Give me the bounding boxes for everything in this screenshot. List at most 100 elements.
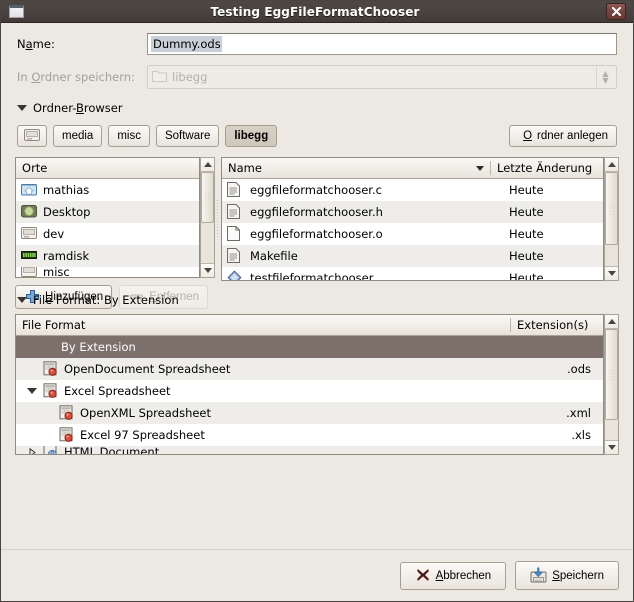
- format-pane: File Format Extension(s) By Extension Op…: [15, 314, 604, 455]
- file-modified: Heute: [509, 205, 544, 219]
- file-list-column: Name Letzte Änderung eggfileformatchoose…: [221, 157, 619, 281]
- text-file-icon: [227, 182, 243, 198]
- list-item-label: Desktop: [43, 205, 91, 219]
- file-list-header: Name Letzte Änderung: [222, 158, 603, 179]
- table-row[interactable]: testfileformatchooser Heute: [222, 267, 603, 281]
- close-icon[interactable]: [606, 3, 626, 20]
- spreadsheet-icon: [59, 427, 75, 443]
- folder-browser-label: Ordner-Browser: [33, 101, 123, 115]
- table-row[interactable]: eggfileformatchooser.h Heute: [222, 201, 603, 223]
- cancel-button[interactable]: Abbrechen: [399, 561, 507, 590]
- path-button-media[interactable]: media: [53, 125, 103, 147]
- list-item-label: ramdisk: [43, 249, 90, 263]
- places-scrollbar[interactable]: [200, 157, 215, 278]
- save-folder-label: In Ordner speichern:: [17, 70, 135, 84]
- format-label: OpenXML Spreadsheet: [80, 406, 212, 420]
- drive-icon: [24, 128, 40, 144]
- path-button-libegg[interactable]: libegg: [225, 125, 278, 147]
- path-button-misc[interactable]: misc: [108, 125, 150, 147]
- scroll-down-icon[interactable]: [605, 266, 618, 280]
- places-scroll-track[interactable]: [201, 172, 214, 263]
- spreadsheet-icon: [59, 405, 75, 421]
- table-row[interactable]: OpenXML Spreadsheet .xml: [16, 402, 603, 424]
- column-header-modified[interactable]: Letzte Änderung: [491, 158, 603, 178]
- table-row[interactable]: HTML Document: [16, 446, 603, 455]
- filename-input[interactable]: Dummy.ods: [147, 33, 617, 55]
- sort-descending-icon: [476, 165, 484, 171]
- cancel-x-icon: [415, 568, 431, 584]
- format-header: File Format Extension(s): [16, 315, 603, 336]
- list-item[interactable]: mathias: [16, 179, 199, 201]
- file-list-pane: Name Letzte Änderung eggfileformatchoose…: [221, 157, 604, 281]
- column-header-extensions[interactable]: Extension(s): [511, 315, 603, 335]
- path-bar: media misc Software libegg Ordner anlege…: [1, 115, 633, 147]
- file-name: testfileformatchooser: [250, 271, 374, 281]
- folder-browser-expander[interactable]: Ordner-Browser: [1, 89, 633, 115]
- table-row[interactable]: Makefile Heute: [222, 245, 603, 267]
- browser-area: Orte mathias Desktop dev ramdisk misc Hi…: [1, 147, 633, 309]
- scroll-up-icon[interactable]: [605, 315, 618, 329]
- file-chooser-dialog: Testing EggFileFormatChooser Name: Dummy…: [0, 0, 634, 602]
- places-column: Orte mathias Desktop dev ramdisk misc Hi…: [15, 157, 215, 309]
- list-item[interactable]: Desktop: [16, 201, 199, 223]
- path-button-software[interactable]: Software: [155, 125, 220, 147]
- places-header[interactable]: Orte: [16, 158, 199, 179]
- save-accel: S: [552, 569, 560, 582]
- drive-icon: [21, 267, 37, 277]
- table-row[interactable]: OpenDocument Spreadsheet .ods: [16, 358, 603, 380]
- file-list-scrollbar[interactable]: [604, 157, 619, 281]
- list-item[interactable]: dev: [16, 223, 199, 245]
- table-row[interactable]: Excel 97 Spreadsheet .xls: [16, 424, 603, 446]
- row-expander-collapsed[interactable]: [21, 447, 43, 454]
- file-list-scroll-track[interactable]: [605, 172, 618, 266]
- row-expander-expanded[interactable]: [21, 388, 43, 394]
- file-modified: Heute: [509, 271, 544, 281]
- name-row: Name: Dummy.ods: [1, 23, 633, 55]
- list-item[interactable]: misc: [16, 267, 199, 277]
- save-folder-value: libegg: [172, 70, 208, 84]
- create-folder-button[interactable]: Ordner anlegen: [509, 125, 617, 147]
- file-list-scroll-thumb[interactable]: [605, 172, 618, 246]
- format-label: HTML Document: [64, 446, 160, 455]
- save-folder-spinner[interactable]: ▲ ▼: [596, 67, 614, 87]
- name-label-accel: a: [25, 37, 33, 51]
- scroll-up-icon[interactable]: [201, 158, 214, 172]
- file-modified: Heute: [509, 227, 544, 241]
- file-list: eggfileformatchooser.c Heute eggfileform…: [222, 179, 603, 281]
- window-title: Testing EggFileFormatChooser: [210, 4, 420, 19]
- list-item[interactable]: ramdisk: [16, 245, 199, 267]
- name-label: Name:: [17, 37, 55, 51]
- table-row[interactable]: Excel Spreadsheet: [16, 380, 603, 402]
- file-modified: Heute: [509, 183, 544, 197]
- places-list: mathias Desktop dev ramdisk misc: [16, 179, 199, 277]
- format-scroll-thumb[interactable]: [605, 329, 618, 421]
- column-header-name[interactable]: Name: [222, 158, 490, 178]
- ramdisk-icon: [21, 248, 37, 264]
- save-button[interactable]: Speichern: [515, 561, 619, 590]
- format-label: Excel Spreadsheet: [64, 384, 171, 398]
- places-pane-row: Orte mathias Desktop dev ramdisk misc: [15, 157, 215, 278]
- scroll-down-icon[interactable]: [605, 440, 618, 454]
- window-icon: [9, 5, 24, 18]
- list-item-label: mathias: [43, 183, 90, 197]
- save-folder-combo[interactable]: libegg ▲ ▼: [147, 65, 617, 89]
- scroll-up-icon[interactable]: [605, 158, 618, 172]
- desktop-icon: [21, 204, 37, 220]
- action-bar: Abbrechen Speichern: [1, 549, 633, 601]
- list-item-label: dev: [43, 227, 65, 241]
- path-button-root[interactable]: [17, 125, 47, 147]
- table-row[interactable]: eggfileformatchooser.o Heute: [222, 223, 603, 245]
- file-modified: Heute: [509, 249, 544, 263]
- places-header-accel: O: [22, 161, 32, 175]
- table-row[interactable]: By Extension: [16, 336, 603, 358]
- scroll-down-icon[interactable]: [201, 263, 214, 277]
- format-scrollbar[interactable]: [604, 314, 619, 455]
- places-scroll-thumb[interactable]: [201, 172, 214, 223]
- titlebar: Testing EggFileFormatChooser: [1, 1, 633, 23]
- column-header-file-format[interactable]: File Format: [16, 315, 510, 335]
- file-name: Makefile: [250, 249, 298, 263]
- format-scroll-track[interactable]: [605, 329, 618, 440]
- table-row[interactable]: eggfileformatchooser.c Heute: [222, 179, 603, 201]
- file-name: eggfileformatchooser.o: [250, 227, 383, 241]
- filename-input-value: Dummy.ods: [151, 36, 222, 52]
